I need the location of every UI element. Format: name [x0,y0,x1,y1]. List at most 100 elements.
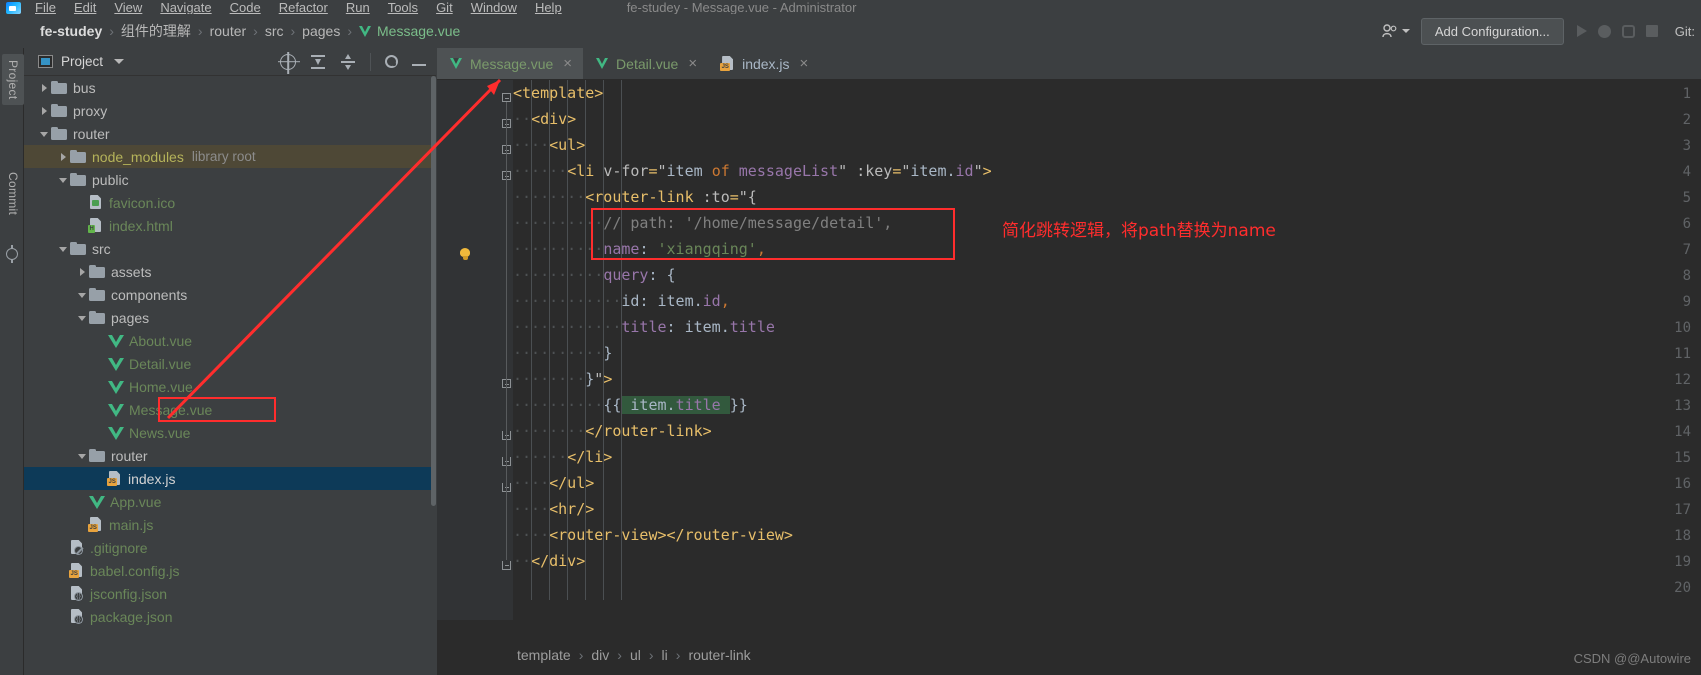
tree-item-detail-vue[interactable]: Detail.vue [24,352,436,375]
collapse-all-icon[interactable] [340,53,356,70]
breadcrumb-item-3[interactable]: src [265,23,284,39]
tree-item-index-js[interactable]: JS index.js [24,467,436,490]
chevron-down-icon[interactable] [38,127,51,140]
editor-breadcrumb-item-li[interactable]: li [662,647,668,663]
add-configuration-button[interactable]: Add Configuration... [1420,17,1564,45]
sidebar-tab-commit[interactable]: Commit [2,166,24,221]
tree-item-components[interactable]: components [24,283,436,306]
menu-item-navigate[interactable]: Navigate [151,1,220,14]
tree-item-src[interactable]: src [24,237,436,260]
code-line-18[interactable]: ····<router-view></router-view> [513,522,793,548]
hide-icon[interactable] [412,64,426,66]
code-line-7[interactable]: ··········name: 'xiangqing', [513,236,766,262]
menu-item-file[interactable]: File [26,1,65,14]
tree-item-pages[interactable]: pages [24,306,436,329]
project-tree[interactable]: bus proxy router node_modules library root pu… [24,76,436,674]
chevron-right-icon[interactable] [76,265,89,278]
expand-all-icon[interactable] [310,54,326,70]
close-icon[interactable]: × [688,56,697,71]
chevron-down-icon[interactable] [76,449,89,462]
tree-item-package-json[interactable]: {} package.json [24,605,436,628]
tree-item-node-modules[interactable]: node_modules library root [24,145,436,168]
menu-item-refactor[interactable]: Refactor [270,1,337,14]
tree-item-proxy[interactable]: proxy [24,99,436,122]
chevron-down-icon[interactable] [57,242,70,255]
code-line-14[interactable]: ········</router-link> [513,418,712,444]
coverage-icon[interactable] [1621,24,1635,38]
menu-item-code[interactable]: Code [221,1,270,14]
people-button[interactable] [1378,22,1414,40]
tree-item-router[interactable]: router [24,122,436,145]
code-line-16[interactable]: ····</ul> [513,470,594,496]
gear-icon[interactable] [385,55,398,68]
chevron-right-icon[interactable] [38,81,51,94]
tree-item--gitignore[interactable]: .gitignore [24,536,436,559]
menu-item-help[interactable]: Help [526,1,571,14]
menu-item-git[interactable]: Git [427,1,462,14]
debug-icon[interactable] [1597,24,1611,38]
tree-item-router[interactable]: router [24,444,436,467]
code-line-8[interactable]: ··········query: { [513,262,676,288]
run-icon[interactable] [1576,25,1587,37]
tree-item-babel-config-js[interactable]: JS babel.config.js [24,559,436,582]
editor-tab-index-js[interactable]: JS index.js × [708,48,819,79]
breadcrumb-item-2[interactable]: router [210,23,247,39]
stop-icon[interactable] [1645,25,1658,37]
code-editor[interactable]: 1 2 3 4 5 6 7 8 9 10 11 12 13 14 15 16 17 18 19 20 <templat… [437,80,1701,620]
annotation-note: 简化跳转逻辑，将path替换为name [1002,221,1276,241]
code-content[interactable]: <template> ··<div> ····<ul> ······<li v-for… [513,80,1701,620]
editor-breadcrumb-item-div[interactable]: div [591,647,609,663]
editor-breadcrumb-item-router-link[interactable]: router-link [688,647,750,663]
close-icon[interactable]: × [563,56,572,71]
close-icon[interactable]: × [800,56,809,71]
breadcrumb-item-root[interactable]: fe-studey [40,23,102,39]
tree-item-main-js[interactable]: JS main.js [24,513,436,536]
code-line-15[interactable]: ······</li> [513,444,612,470]
tree-item-label: Message.vue [129,401,213,418]
menu-item-tools[interactable]: Tools [379,1,427,14]
chevron-down-icon[interactable] [76,311,89,324]
structure-icon[interactable] [6,245,18,263]
tree-item-home-vue[interactable]: Home.vue [24,375,436,398]
chevron-right-icon[interactable] [57,150,70,163]
tree-item-jsconfig-json[interactable]: {} jsconfig.json [24,582,436,605]
intention-bulb-icon[interactable] [459,248,471,261]
chevron-down-icon[interactable] [76,288,89,301]
tree-item-about-vue[interactable]: About.vue [24,329,436,352]
code-line-12[interactable]: ········}"> [513,366,612,392]
tree-item-app-vue[interactable]: App.vue [24,490,436,513]
editor-breadcrumb-item-template[interactable]: template [517,647,571,663]
code-line-10[interactable]: ············title: item.title [513,314,775,340]
menu-item-window[interactable]: Window [462,1,526,14]
project-scrollbar[interactable] [431,76,436,506]
editor-breadcrumb-item-ul[interactable]: ul [630,647,641,663]
tree-item-news-vue[interactable]: News.vue [24,421,436,444]
fold-open-icon[interactable] [502,93,511,102]
tree-item-message-vue[interactable]: Message.vue [24,398,436,421]
chevron-down-icon[interactable] [57,173,70,186]
menu-item-view[interactable]: View [105,1,151,14]
tree-item-index-html[interactable]: Hindex.html [24,214,436,237]
sidebar-tab-project[interactable]: Project [2,54,24,106]
fold-close-icon[interactable] [502,561,511,570]
editor-tab-detail-vue[interactable]: Detail.vue × [583,48,708,79]
breadcrumb-item-file[interactable]: Message.vue [377,23,460,39]
menu-item-run[interactable]: Run [337,1,379,14]
tree-item-public[interactable]: public [24,168,436,191]
editor-area: Message.vue × Detail.vue × JS index.js ×… [437,48,1701,675]
editor-tab-message-vue[interactable]: Message.vue × [437,48,584,79]
breadcrumb-item-4[interactable]: pages [302,23,340,39]
chevron-down-icon[interactable] [114,59,125,64]
menu-item-edit[interactable]: Edit [65,1,105,14]
breadcrumb-item-1[interactable]: 组件的理解 [121,21,191,41]
code-line-6[interactable]: ··········// path: '/home/message/detail… [513,210,892,236]
code-line-17[interactable]: ····<hr/> [513,496,594,522]
code-line-11[interactable]: ··········} [513,340,612,366]
chevron-right-icon[interactable] [38,104,51,117]
tree-item-assets[interactable]: assets [24,260,436,283]
tree-item-label: index.js [128,470,176,487]
code-line-1[interactable]: <template> [513,80,603,106]
tree-item-favicon-ico[interactable]: favicon.ico [24,191,436,214]
select-opened-file-icon[interactable] [280,53,296,70]
tree-item-bus[interactable]: bus [24,76,436,99]
